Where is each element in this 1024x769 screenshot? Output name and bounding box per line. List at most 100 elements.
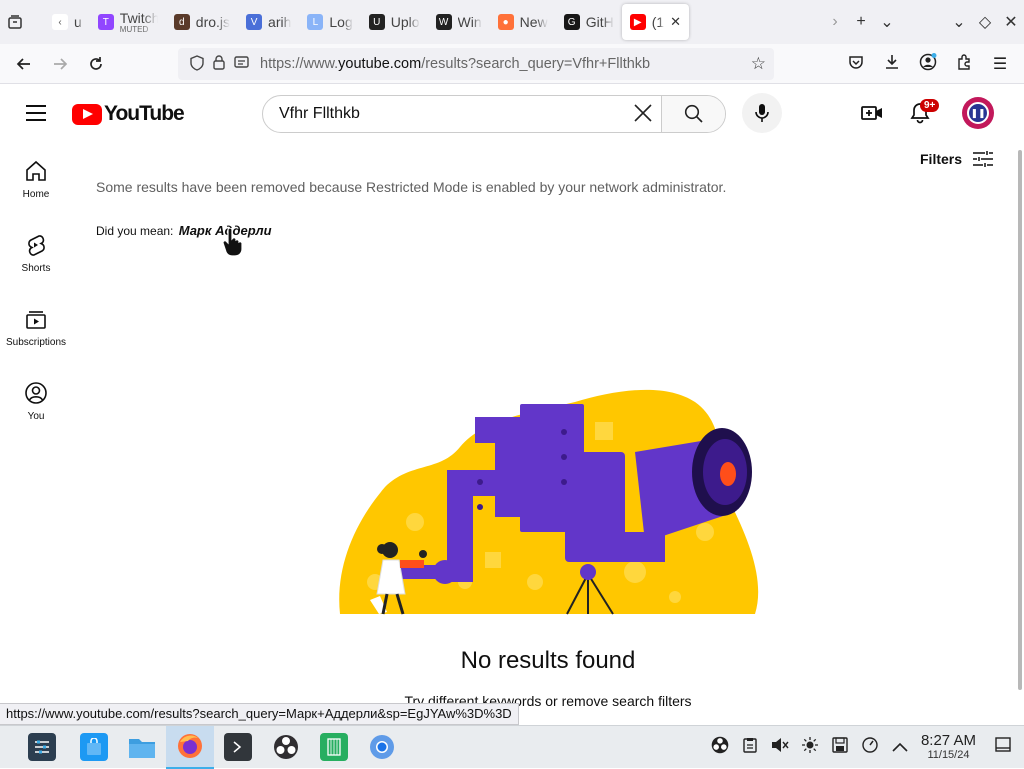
tabbar-controls: › + ⌄ ⌄ ◇ ✕ [822,0,1024,44]
filters-sliders-icon [973,151,994,167]
menu-icon[interactable]: ☰ [982,54,1018,74]
forward-icon[interactable] [42,44,78,84]
account-icon[interactable] [910,52,946,76]
tab-label: u [74,14,82,30]
list-all-tabs-icon[interactable]: ⌄ [874,0,900,44]
browser-tab[interactable]: U Uplo [361,6,428,38]
tab-title: (1 [651,14,665,30]
page-scrollbar[interactable] [1018,150,1022,690]
voice-search-button[interactable] [742,93,782,133]
url-path: /results?search_query=Vfhr+Fllthkb [421,56,651,72]
browser-tab[interactable]: ‹ u [44,6,90,38]
tab-favicon-icon: L [307,14,324,30]
microphone-icon [755,104,769,122]
url-bar[interactable]: https://www.youtube.com/results?search_q… [178,48,774,80]
tab-label: GitH [586,14,614,30]
sidebar-item-label: Home [22,189,50,200]
browser-tab[interactable]: L Log [299,6,360,38]
tab-title: u [74,14,82,30]
taskbar-notes[interactable] [310,726,358,769]
search-button[interactable] [661,96,725,132]
taskbar-store[interactable] [70,726,118,769]
youtube-play-icon [72,103,102,125]
back-icon[interactable] [6,44,42,84]
clipboard-icon[interactable] [735,737,765,758]
sidebar-item-home[interactable]: Home [0,141,72,215]
tab-favicon-icon: G [563,14,580,30]
browser-tab[interactable]: W Win [428,6,490,38]
disk-icon[interactable] [825,737,855,758]
guide-menu-icon[interactable] [26,105,46,121]
tab-label: Uplo [391,14,420,30]
tab-title: Uplo [390,14,420,30]
tab-label: Twitch MUTED [120,10,158,34]
taskbar-chromium[interactable] [358,726,406,769]
browser-tab[interactable]: G GitH [556,6,622,38]
avatar[interactable]: ❚❚ [962,97,994,129]
hand-cursor-icon [222,228,243,256]
terminal-icon [224,733,252,761]
taskbar-terminal[interactable] [214,726,262,769]
shield-icon[interactable] [186,54,208,74]
browser-tabbar: ‹ u T Twitch MUTED d dro.js Varih L Log U Uplo W Win ●… [0,0,1024,44]
clock[interactable]: 8:27 AM 11/15/24 [921,733,976,762]
system-tray: 8:27 AM 11/15/24 [705,726,1024,769]
brightness-icon[interactable] [795,737,825,758]
extensions-icon[interactable] [946,53,982,75]
tab-scroll-right-icon[interactable]: › [822,0,848,44]
settings-app-icon [28,733,56,761]
tab-favicon-icon: U [368,14,385,30]
sidebar-item-you[interactable]: You [0,363,72,437]
tab-favicon-icon: V [246,14,263,30]
downloads-icon[interactable] [874,54,910,75]
speedometer-icon[interactable] [855,737,885,758]
reload-icon[interactable] [78,44,114,84]
create-video-icon[interactable] [860,101,884,125]
tab-label: arih [268,14,291,30]
taskbar-settings[interactable] [18,726,66,769]
clear-search-icon[interactable] [629,102,657,128]
filters-button[interactable]: Filters [920,150,994,168]
link-status-bar: https://www.youtube.com/results?search_q… [0,703,519,725]
browser-tab[interactable]: ▶ (1 ✕ [621,4,690,40]
lock-icon[interactable] [208,55,230,73]
shorts-icon [28,235,45,256]
tab-label: Win [458,14,482,30]
tray-expand-icon[interactable] [885,739,915,757]
browser-tab[interactable]: T Twitch MUTED [90,6,166,38]
tab-close-icon[interactable]: ✕ [670,14,681,30]
tab-label: (1 [652,14,664,30]
tab-title: dro.js [195,14,231,30]
browser-tab[interactable]: ● New [490,6,556,38]
browser-tab[interactable]: d dro.js [166,6,238,38]
window-close-icon[interactable]: ✕ [998,0,1024,44]
taskbar-files[interactable] [118,726,166,769]
sidebar-item-shorts[interactable]: Shorts [0,215,72,289]
sidebar-item-subscriptions[interactable]: Subscriptions [0,289,72,363]
tab-favicon-icon: d [173,14,190,30]
browser-tab[interactable]: Varih [238,6,299,38]
taskbar-firefox[interactable] [166,725,214,769]
you-icon [25,382,47,404]
page-info-icon[interactable] [230,55,252,73]
show-desktop-icon[interactable] [988,737,1018,758]
bookmark-star-icon[interactable]: ☆ [751,54,766,74]
window-maximize-icon[interactable]: ◇ [972,0,998,44]
home-icon [26,160,46,181]
logo-text: YouTube [104,102,185,125]
pocket-icon[interactable] [838,54,874,75]
taskbar-obs[interactable] [262,726,310,769]
url-prefix: https://www. [260,56,339,72]
tab-list-icon[interactable] [0,0,30,44]
window-minimize-icon[interactable]: ⌄ [946,0,972,44]
no-results-illustration [339,389,759,615]
obs-tray-icon[interactable] [705,736,735,759]
new-tab-icon[interactable]: + [848,0,874,44]
tab-favicon-icon: ‹ [52,14,68,30]
tab-favicon-icon: ● [497,14,514,30]
clock-date: 11/15/24 [927,748,970,761]
notes-app-icon [320,733,348,761]
youtube-logo[interactable]: YouTube [72,102,185,126]
volume-muted-icon[interactable] [765,737,795,758]
search-input[interactable] [279,105,609,123]
